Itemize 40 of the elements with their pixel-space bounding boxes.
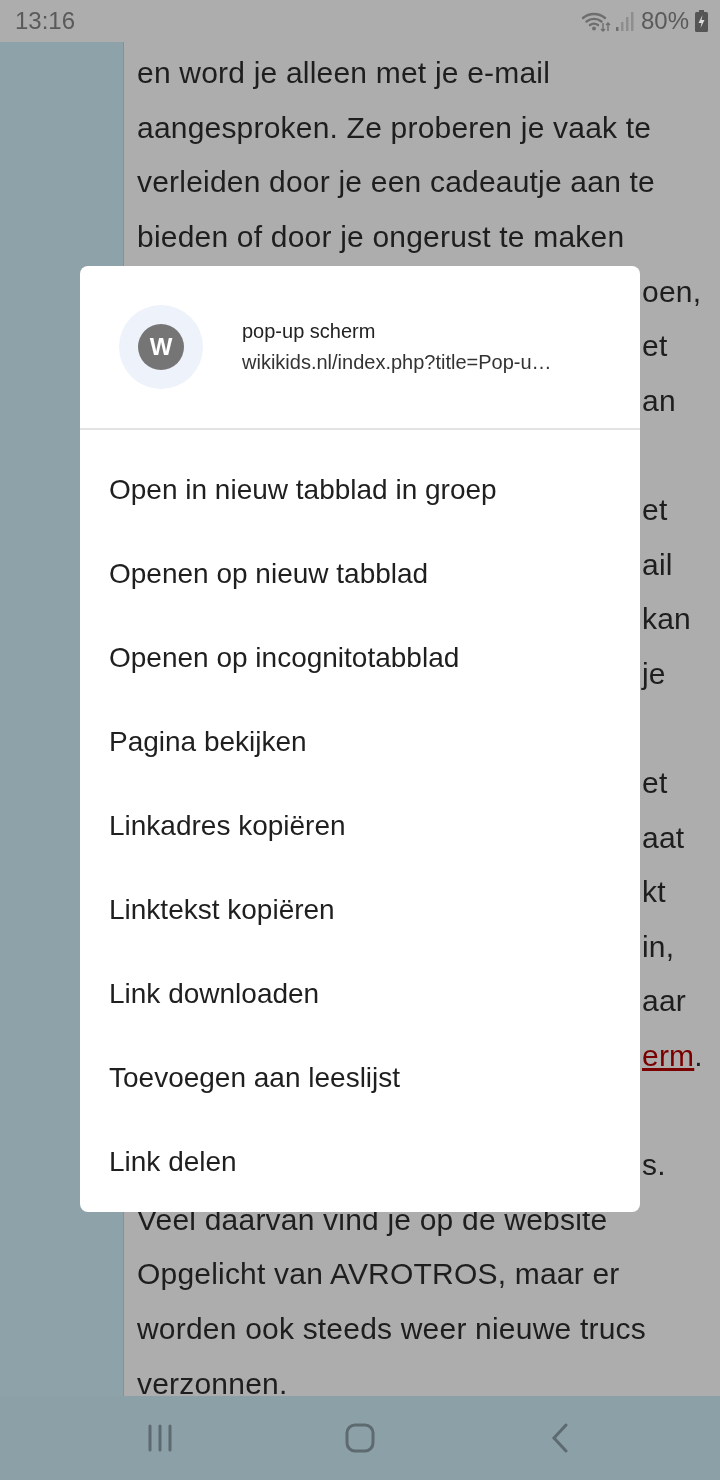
home-icon[interactable]	[345, 1423, 375, 1453]
article-text: verleiden door je een cadeautje aan te	[137, 165, 655, 200]
signal-icon	[614, 10, 635, 32]
article-text: et	[642, 766, 668, 800]
article-text: et	[642, 493, 668, 528]
article-text: et	[642, 329, 668, 364]
article-text: an	[642, 383, 676, 418]
menu-item[interactable]: Linktekst kopiëren	[80, 868, 640, 952]
menu-item[interactable]: Linkadres kopiëren	[80, 784, 640, 868]
article-text: aangesproken. Ze proberen je vaak te	[137, 110, 652, 145]
menu-item[interactable]: Openen op incognitotabblad	[80, 616, 640, 700]
article-text: worden ook steeds weer nieuwe trucs	[137, 1311, 646, 1346]
article-text: bieden of door je ongerust te maken	[137, 220, 625, 255]
article-text: kan	[642, 602, 691, 637]
article-text: verzonnen.	[137, 1366, 288, 1396]
menu-item[interactable]: Link downloaden	[80, 952, 640, 1036]
menu-item[interactable]: Pagina bekijken	[80, 700, 640, 784]
battery-charging-icon	[695, 10, 708, 32]
link-title: pop-up scherm	[242, 320, 377, 343]
menu-item[interactable]: Link delen	[80, 1120, 640, 1204]
article-text: in,	[642, 929, 675, 964]
article-text: oen,	[642, 274, 702, 309]
menu-item[interactable]: Open in nieuw tabblad in groep	[80, 448, 640, 532]
clock-time: 13:16	[15, 7, 76, 35]
article-link[interactable]: erm	[642, 1039, 695, 1072]
menu-item[interactable]: Openen op nieuw tabblad	[80, 532, 640, 616]
article-text: kt	[642, 875, 666, 910]
article-text: .	[694, 1039, 703, 1072]
wifi-icon	[580, 10, 611, 32]
article-text: en word je alleen met je e-mail	[137, 56, 551, 91]
article-text: je	[642, 656, 666, 691]
article-text: aat	[642, 820, 685, 855]
avatar-letter: W	[138, 324, 184, 370]
battery-percentage: 80%	[640, 7, 689, 35]
link-url: wikikids.nl/index.php?title=Pop-u…	[242, 351, 552, 374]
article-text: ail	[642, 547, 673, 582]
article-text: Opgelicht van AVROTROS, maar er	[137, 1257, 620, 1292]
article-text: aar	[642, 984, 686, 1019]
menu-item[interactable]: Toevoegen aan leeslijst	[80, 1036, 640, 1120]
article-text: s.	[642, 1148, 666, 1183]
